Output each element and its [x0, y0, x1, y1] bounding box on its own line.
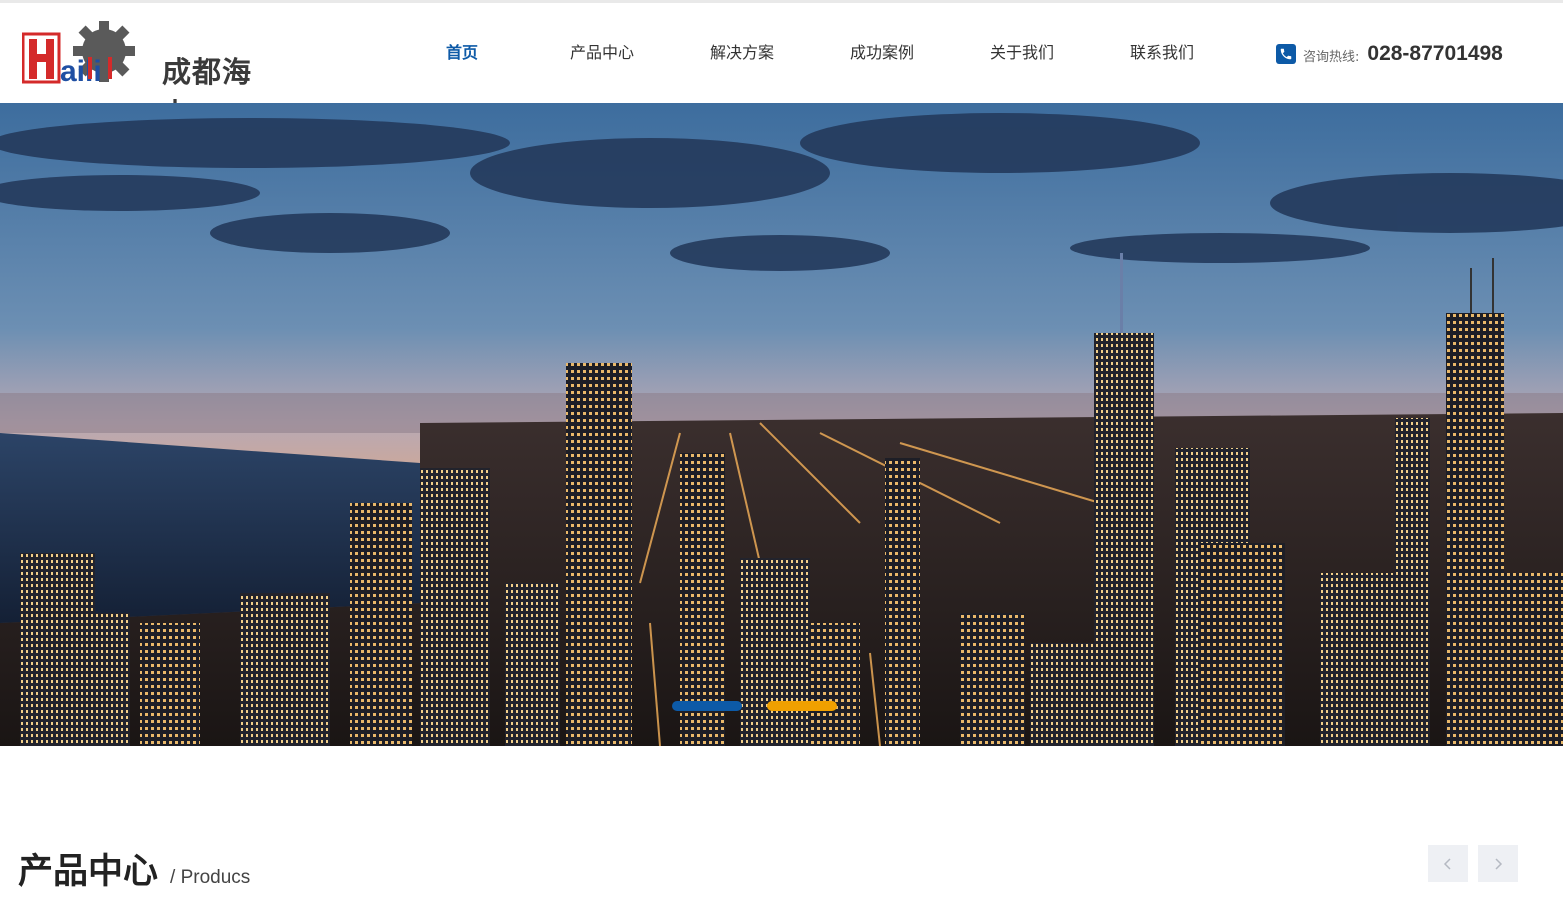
nav-item-home[interactable]: 首页	[392, 3, 532, 103]
hotline-label: 咨询热线:	[1303, 50, 1360, 65]
nav-item-products[interactable]: 产品中心	[532, 3, 672, 103]
section-title-cn: 产品中心	[18, 852, 159, 892]
products-section-heading: 产品中心 / Producs	[18, 843, 250, 894]
products-prev-button[interactable]	[1428, 845, 1468, 882]
site-logo[interactable]: aili 成都海力	[21, 20, 272, 131]
section-title-en: / Producs	[170, 867, 251, 888]
slide-indicator-1[interactable]	[672, 701, 742, 711]
nav-item-cases[interactable]: 成功案例	[812, 3, 952, 103]
chevron-left-icon	[1443, 857, 1451, 870]
main-nav: 首页 产品中心 解决方案 成功案例 关于我们 联系我们	[392, 3, 1232, 103]
slide-indicator-2[interactable]	[767, 701, 837, 711]
site-header: aili 成都海力 首页 产品中心 解决方案 成功案例 关于我们 联系我们 咨询…	[0, 3, 1563, 131]
nav-item-contact[interactable]: 联系我们	[1092, 3, 1232, 103]
svg-text:aili: aili	[60, 55, 102, 87]
hotline-number[interactable]: 028-87701498	[1367, 42, 1502, 66]
nav-item-about[interactable]: 关于我们	[952, 3, 1092, 103]
phone-icon	[1276, 44, 1296, 64]
hotline: 咨询热线: 028-87701498	[1276, 39, 1503, 69]
nav-item-solutions[interactable]: 解决方案	[672, 3, 812, 103]
hero-banner[interactable]	[0, 103, 1563, 746]
chevron-right-icon	[1495, 857, 1503, 870]
banner-image	[0, 103, 1563, 746]
products-next-button[interactable]	[1478, 845, 1518, 882]
